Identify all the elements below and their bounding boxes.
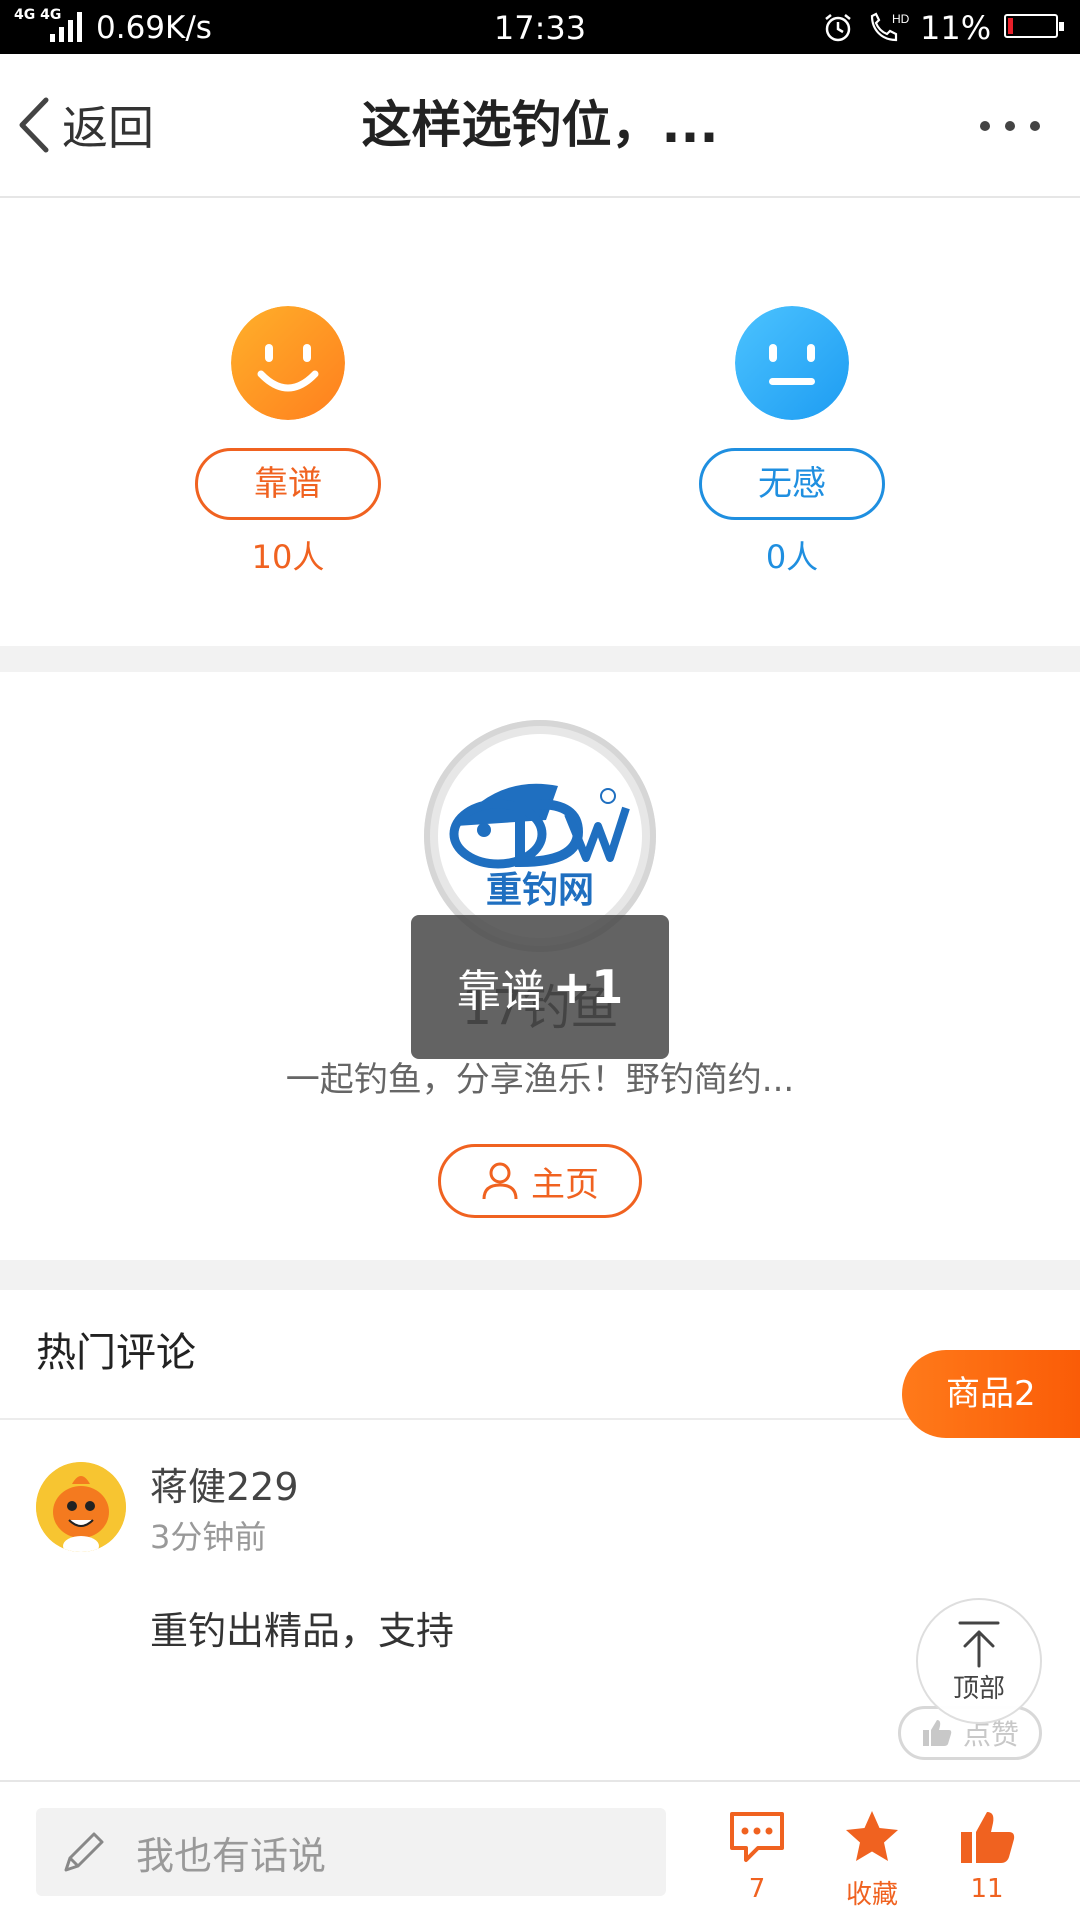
hot-comments-title: 热门评论 <box>36 1330 196 1376</box>
toast-plus: +1 <box>552 960 624 1014</box>
arrow-up-icon <box>958 1621 1000 1668</box>
comment-input[interactable]: 我也有话说 <box>36 1808 666 1896</box>
like-button[interactable]: 11 <box>937 1808 1037 1904</box>
status-bar: 4G 4G 0.69K/s 17:33 HD 11% <box>0 0 1080 54</box>
like-count: 11 <box>970 1874 1004 1904</box>
toast-notification: 靠谱 +1 <box>411 915 669 1059</box>
favorite-button[interactable]: 收藏 <box>822 1808 922 1911</box>
neutral-face-icon <box>735 306 849 420</box>
top-label: 顶部 <box>952 1674 1005 1704</box>
comments-button[interactable]: 7 <box>707 1808 807 1904</box>
thumbs-up-icon <box>922 1720 952 1746</box>
cartoon-avatar-icon <box>36 1462 126 1552</box>
no-feeling-button[interactable]: 无感 <box>699 448 885 520</box>
dw-logo-icon: 重钓网 <box>449 783 630 911</box>
logo-text: 重钓网 <box>486 869 594 911</box>
smile-face-icon <box>231 306 345 420</box>
comment-count: 7 <box>748 1874 766 1904</box>
author-description: 一起钓鱼，分享渔乐！野钓简约... <box>285 1060 795 1100</box>
comment-time: 3分钟前 <box>150 1518 267 1556</box>
back-to-top-button[interactable]: 顶部 <box>916 1598 1042 1724</box>
battery-level <box>1008 18 1013 34</box>
dot-icon <box>1005 121 1015 131</box>
battery-percent: 11% <box>920 9 992 47</box>
pencil-icon <box>64 1832 104 1872</box>
reliable-button[interactable]: 靠谱 <box>195 448 381 520</box>
thumbs-up-icon <box>961 1812 1015 1863</box>
more-options-button[interactable] <box>980 106 1040 146</box>
home-label: 主页 <box>531 1164 599 1205</box>
comment-username[interactable]: 蒋健229 <box>150 1456 299 1511</box>
dot-icon <box>1030 121 1040 131</box>
reliable-count: 10人 <box>251 538 325 576</box>
reaction-neutral: 无感 0人 <box>699 306 885 578</box>
navigation-bar: 返回 这样选钓位，... <box>0 54 1080 198</box>
goods-button[interactable]: 商品2 <box>902 1350 1080 1438</box>
person-icon <box>482 1162 518 1200</box>
star-icon <box>846 1811 898 1861</box>
dot-icon <box>980 121 990 131</box>
no-feeling-count: 0人 <box>765 538 819 576</box>
page-title: 这样选钓位，... <box>361 96 719 154</box>
author-home-button[interactable]: 主页 <box>438 1144 642 1218</box>
comment-text: 重钓出精品，支持 <box>150 1609 455 1653</box>
hd-label: HD <box>892 12 910 26</box>
toast-text: 靠谱 <box>456 966 545 1017</box>
clock: 17:33 <box>493 9 587 47</box>
comment-bubble-icon <box>730 1812 784 1862</box>
volte-call-icon: HD <box>870 12 910 42</box>
avatar[interactable] <box>36 1462 126 1552</box>
battery-icon <box>1004 14 1064 38</box>
favorite-label: 收藏 <box>845 1880 898 1910</box>
reaction-positive: 靠谱 10人 <box>195 306 381 578</box>
section-divider <box>0 1260 1080 1290</box>
comment-input-placeholder: 我也有话说 <box>136 1833 327 1878</box>
bottom-bar: 我也有话说 7 收藏 11 <box>0 1780 1080 1920</box>
section-divider <box>0 646 1080 672</box>
alarm-icon <box>825 14 851 42</box>
